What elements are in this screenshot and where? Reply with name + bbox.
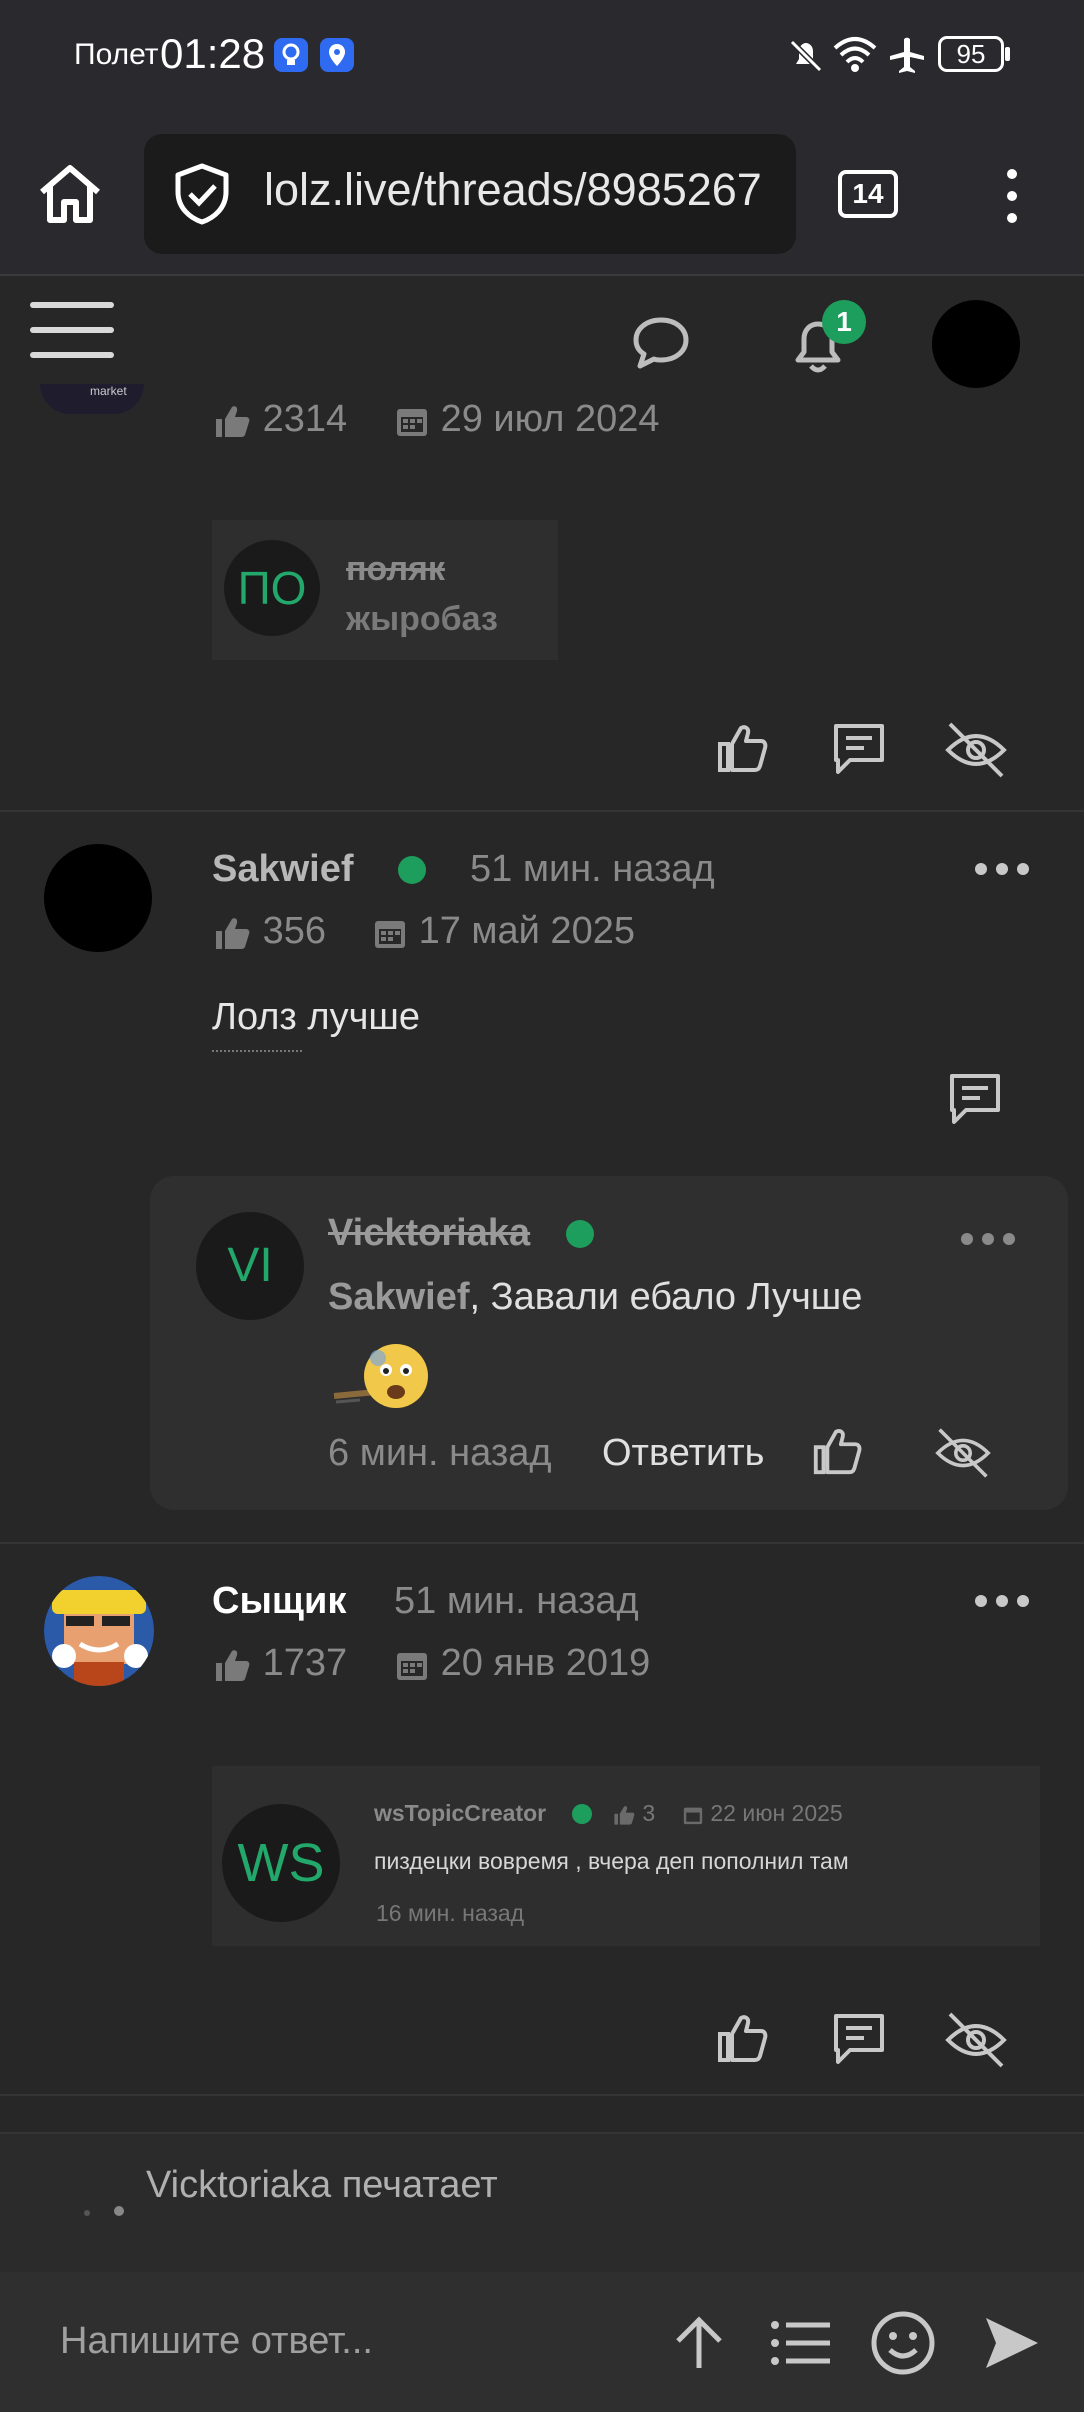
embedded-comment-card[interactable]: WS wsTopicCreator 3 22 июн 2025 пиздецки… bbox=[212, 1766, 1040, 1946]
list-icon[interactable] bbox=[770, 2320, 832, 2366]
reply-input[interactable]: Напишите ответ... bbox=[60, 2320, 373, 2363]
typing-dot bbox=[114, 2206, 124, 2216]
join-date: 20 янв 2019 bbox=[394, 1642, 650, 1685]
hide-icon[interactable] bbox=[944, 720, 1008, 780]
comment-mention[interactable]: Sakwief bbox=[328, 1276, 470, 1318]
reply-icon[interactable] bbox=[830, 720, 888, 778]
wifi-icon bbox=[832, 34, 878, 74]
battery-tip bbox=[1005, 47, 1010, 61]
battery-indicator: 95 bbox=[938, 36, 1004, 72]
post-body: Лолз лучше bbox=[212, 996, 420, 1038]
shield-check-icon bbox=[172, 162, 232, 226]
post-author-avatar[interactable]: market bbox=[40, 384, 144, 414]
likes-count: 2314 bbox=[212, 398, 347, 441]
embedded-profile-card[interactable]: ПО поляк жыробаз bbox=[212, 520, 558, 660]
like-icon[interactable] bbox=[810, 1424, 864, 1478]
post-author-avatar[interactable] bbox=[44, 844, 152, 952]
embed-likes: 3 bbox=[612, 1800, 655, 1827]
post-divider bbox=[0, 2094, 1084, 2096]
like-icon[interactable] bbox=[714, 720, 770, 776]
embed-avatar: ПО bbox=[224, 540, 320, 636]
comment-username[interactable]: Vicktoriaka bbox=[328, 1212, 530, 1255]
chat-icon[interactable] bbox=[630, 314, 692, 372]
embed-name: поляк bbox=[346, 550, 445, 588]
comment-reply-button[interactable]: Ответить bbox=[602, 1432, 764, 1475]
reply-icon[interactable] bbox=[830, 2010, 888, 2068]
more-horiz-icon[interactable] bbox=[960, 1232, 1016, 1246]
comment-text: Sakwief, Завали ебало Лучше bbox=[328, 1276, 863, 1318]
url-text: lolz.live/threads/8985267 bbox=[264, 164, 762, 215]
user-avatar[interactable] bbox=[932, 300, 1020, 388]
airplane-mode-label: Полет bbox=[74, 38, 159, 71]
comment-reply: VI Vicktoriaka Sakwief, Завали ебало Луч… bbox=[150, 1176, 1068, 1510]
typing-indicator: Vicktoriaka печатает bbox=[0, 2132, 1084, 2272]
online-indicator bbox=[572, 1804, 592, 1824]
embed-time: 16 мин. назад bbox=[376, 1900, 525, 1926]
bell-muted-icon bbox=[786, 36, 826, 76]
tab-switcher-button[interactable]: 14 bbox=[838, 170, 898, 218]
post-1: market 2314 29 июл 2024 ПО поляк жыробаз bbox=[0, 384, 1084, 810]
address-bar[interactable]: lolz.live/threads/8985267 bbox=[144, 134, 796, 254]
reply-icon[interactable] bbox=[946, 1070, 1004, 1128]
join-date: 17 май 2025 bbox=[372, 910, 635, 953]
reply-composer: Напишите ответ... bbox=[0, 2272, 1084, 2412]
typing-text: Vicktoriaka печатает bbox=[146, 2164, 498, 2206]
online-indicator bbox=[398, 856, 426, 884]
menu-icon[interactable] bbox=[30, 302, 114, 377]
embed-text: пиздецки вовремя , вчера деп пополнил та… bbox=[374, 1848, 849, 1874]
hide-icon[interactable] bbox=[944, 2010, 1008, 2070]
notification-badge: 1 bbox=[822, 300, 866, 344]
embed-subtitle: жыробаз bbox=[346, 600, 498, 638]
typing-dot bbox=[84, 2210, 90, 2216]
arrow-up-icon[interactable] bbox=[672, 2314, 726, 2372]
embed-date: 22 июн 2025 bbox=[682, 1800, 843, 1827]
post-time[interactable]: 51 мин. назад bbox=[394, 1580, 639, 1623]
post-3: Сыщик 51 мин. назад 1737 20 янв 2019 WS … bbox=[0, 1544, 1084, 2094]
post-username[interactable]: Сыщик bbox=[212, 1580, 346, 1623]
smiley-sticker-icon bbox=[330, 1336, 430, 1418]
abbr-underline bbox=[212, 1050, 302, 1052]
post-username[interactable]: Sakwief bbox=[212, 848, 354, 891]
emoji-icon[interactable] bbox=[870, 2310, 936, 2376]
airplane-icon bbox=[886, 34, 928, 76]
embed-username: wsTopicCreator bbox=[374, 1800, 547, 1826]
clock: 01:28 bbox=[160, 30, 266, 77]
more-horiz-icon[interactable] bbox=[974, 862, 1030, 876]
likes-count: 1737 bbox=[212, 1642, 347, 1685]
more-vert-icon[interactable] bbox=[1006, 168, 1018, 224]
likes-count: 356 bbox=[212, 910, 326, 953]
location-icon bbox=[320, 38, 354, 72]
post-author-avatar[interactable] bbox=[44, 1576, 154, 1686]
status-bar: Полет 01:28 95 bbox=[0, 0, 1084, 110]
browser-toolbar: lolz.live/threads/8985267 14 bbox=[0, 110, 1084, 276]
post-time[interactable]: 51 мин. назад bbox=[470, 848, 715, 891]
comment-avatar[interactable]: VI bbox=[196, 1212, 304, 1320]
site-header: 1 bbox=[0, 278, 1084, 408]
comment-time[interactable]: 6 мин. назад bbox=[328, 1432, 552, 1475]
hide-icon[interactable] bbox=[934, 1426, 992, 1480]
join-date: 29 июл 2024 bbox=[394, 398, 660, 441]
lightbulb-icon bbox=[274, 38, 308, 72]
send-icon[interactable] bbox=[982, 2314, 1042, 2372]
embed-avatar: WS bbox=[222, 1804, 340, 1922]
like-icon[interactable] bbox=[714, 2010, 770, 2066]
home-icon[interactable] bbox=[36, 160, 104, 226]
online-indicator bbox=[566, 1220, 594, 1248]
more-horiz-icon[interactable] bbox=[974, 1594, 1030, 1608]
